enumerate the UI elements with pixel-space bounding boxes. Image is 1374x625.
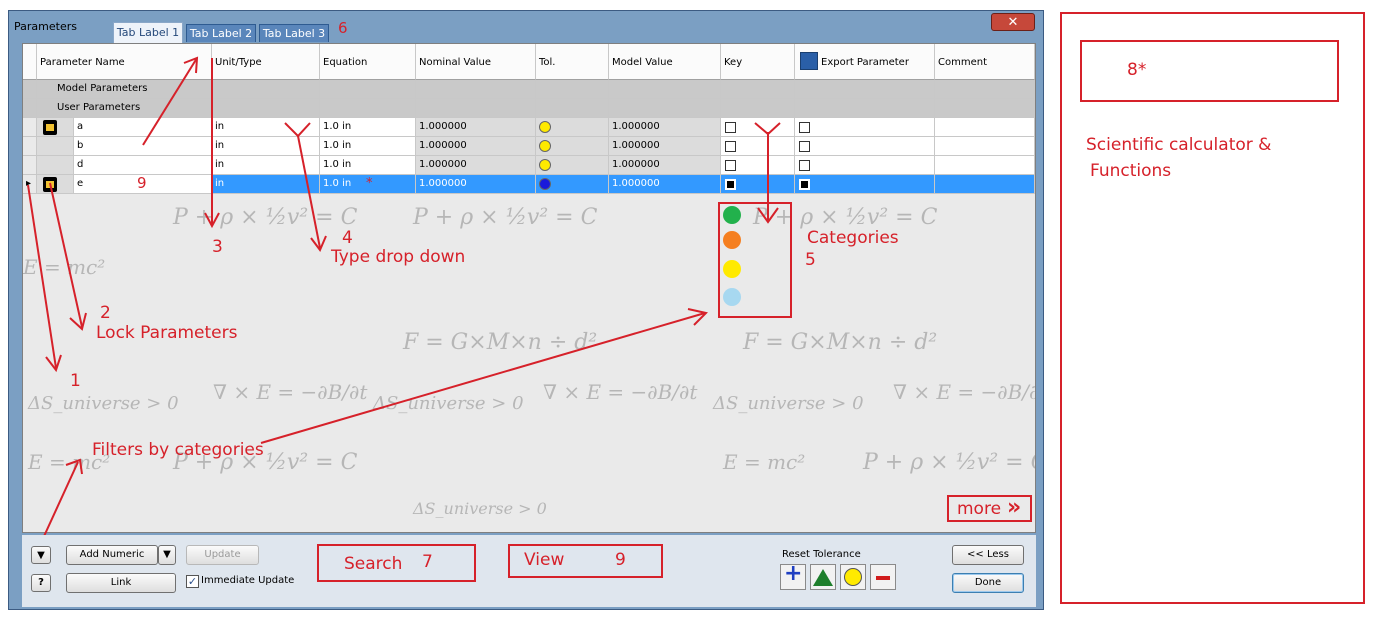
add-numeric-dropdown-icon[interactable]: ▼ [158, 545, 176, 565]
add-numeric-button[interactable]: Add Numeric [66, 545, 158, 565]
minus-icon [876, 576, 890, 580]
arrow [49, 182, 83, 328]
plus-icon: + [784, 561, 803, 586]
reset-tolerance-label: Reset Tolerance [782, 549, 861, 560]
arrow [297, 135, 321, 249]
arrow-stub [284, 122, 311, 138]
calculator-display: 8* [1080, 40, 1339, 102]
link-button[interactable]: Link [66, 573, 176, 593]
annotation-7: 7 [422, 552, 433, 572]
circle-icon [844, 568, 862, 586]
search-label: Search [344, 554, 403, 574]
tolerance-lower-button[interactable] [870, 564, 896, 590]
less-button[interactable]: << Less [952, 545, 1024, 565]
triangle-icon [813, 569, 833, 586]
immediate-update-checkbox[interactable]: ✓ [186, 575, 199, 588]
search-box[interactable]: Search 7 [317, 544, 476, 582]
tolerance-median-button[interactable] [810, 564, 836, 590]
view-label: View [524, 550, 565, 570]
annotation-8: 8* [1127, 60, 1147, 80]
arrow [39, 461, 79, 546]
tolerance-nominal-button[interactable] [840, 564, 866, 590]
annotation-9b: 9 [615, 550, 626, 570]
calculator-title-line1: Scientific calculator & [1086, 135, 1272, 155]
arrow-stub [754, 122, 781, 136]
arrow [260, 312, 706, 444]
arrow [142, 57, 198, 146]
view-box[interactable]: View 9 [508, 544, 663, 578]
done-button[interactable]: Done [952, 573, 1024, 593]
arrow-head [69, 312, 87, 331]
help-icon[interactable]: ? [31, 574, 51, 592]
tolerance-upper-button[interactable]: + [780, 561, 806, 590]
calculator-title-line2: Functions [1090, 161, 1172, 181]
immediate-update-label: Immediate Update [201, 575, 295, 586]
update-button[interactable]: Update [186, 545, 259, 565]
filter-icon[interactable]: ▼ [31, 546, 51, 564]
arrow [27, 184, 57, 369]
